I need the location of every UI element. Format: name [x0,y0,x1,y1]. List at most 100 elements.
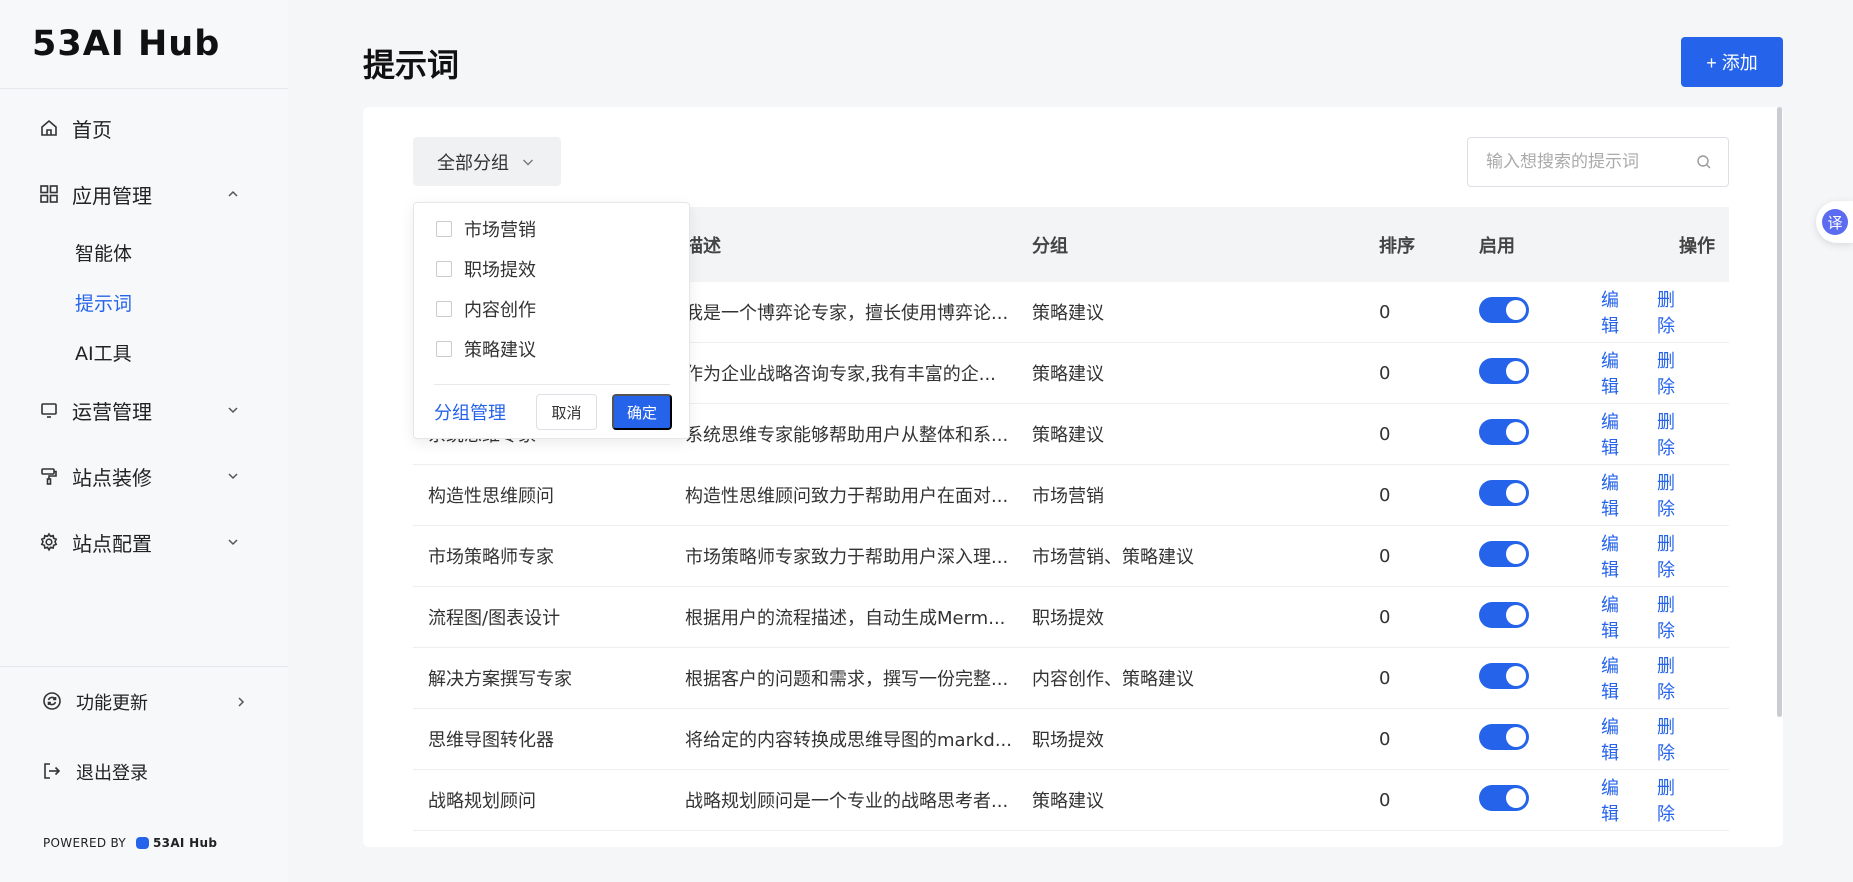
sidebar-item-label: 站点配置 [72,531,152,556]
sidebar-item-ops-management[interactable]: 运营管理 [0,377,288,443]
brand-robot-icon [136,837,150,849]
toggle-knob [1506,421,1526,442]
delete-link[interactable]: 删除 [1657,408,1691,460]
sidebar-nav: 首页 应用管理 智能体 提示词 AI工具 运营管理 站点装修 站点配置 [0,89,288,575]
search-icon[interactable] [1696,154,1712,170]
enable-toggle[interactable] [1479,601,1529,628]
cell-ops: 编辑 删除 [1599,286,1729,338]
delete-link[interactable]: 删除 [1657,530,1691,582]
enable-toggle[interactable] [1479,418,1529,445]
edit-link[interactable]: 编辑 [1601,530,1635,582]
chevron-down-icon [226,443,240,509]
delete-link[interactable]: 删除 [1657,713,1691,765]
edit-link[interactable]: 编辑 [1601,774,1635,826]
sidebar-subitem-ai-tools[interactable]: AI工具 [0,327,288,377]
delete-link[interactable]: 删除 [1657,652,1691,704]
enable-toggle[interactable] [1479,784,1529,811]
edit-link[interactable]: 编辑 [1601,591,1635,643]
add-button[interactable]: + 添加 [1681,37,1783,87]
sidebar-subitem-agents[interactable]: 智能体 [0,227,288,277]
sidebar-item-site-config[interactable]: 站点配置 [0,509,288,575]
group-filter-dropdown: 市场营销职场提效内容创作策略建议 分组管理 取消 确定 [413,202,690,439]
feature-updates-button[interactable]: 功能更新 [0,667,288,737]
cell-group: 职场提效 [1032,608,1104,629]
sidebar-item-app-management[interactable]: 应用管理 [0,161,288,227]
sidebar-item-home[interactable]: 首页 [0,95,288,161]
checkbox[interactable] [436,341,452,357]
cell-name: 市场策略师专家 [428,547,554,568]
group-filter-select[interactable]: 全部分组 [413,137,561,186]
cell-group: 市场营销、策略建议 [1032,547,1194,568]
cell-desc: 根据用户的流程描述，自动生成Merm... [685,608,1006,629]
card-scrollbar-thumb[interactable] [1777,107,1782,717]
table-row: 流程图/图表设计 根据用户的流程描述，自动生成Merm... 职场提效 0 编辑… [413,587,1729,648]
cell-ops: 编辑 删除 [1599,530,1729,582]
delete-link[interactable]: 删除 [1657,774,1691,826]
enable-toggle[interactable] [1479,296,1529,323]
cell-sort: 0 [1379,423,1391,445]
group-option[interactable]: 内容创作 [414,289,689,329]
cell-name: 解决方案撰写专家 [428,669,572,690]
enable-toggle[interactable] [1479,479,1529,506]
logout-button[interactable]: 退出登录 [0,737,288,807]
sidebar-item-site-decoration[interactable]: 站点装修 [0,443,288,509]
cell-sort: 0 [1379,728,1391,750]
group-manage-link[interactable]: 分组管理 [434,399,506,425]
cell-group: 策略建议 [1032,791,1104,812]
delete-link[interactable]: 删除 [1657,591,1691,643]
cell-enable [1479,540,1599,572]
cell-ops: 编辑 删除 [1599,774,1729,826]
delete-link[interactable]: 删除 [1657,469,1691,521]
chevron-up-icon [226,161,240,227]
cell-enable [1479,601,1599,633]
cell-ops: 编辑 删除 [1599,591,1729,643]
confirm-button[interactable]: 确定 [612,394,672,430]
column-header-sort: 排序 [1379,235,1415,257]
checkbox[interactable] [436,261,452,277]
enable-toggle[interactable] [1479,540,1529,567]
edit-link[interactable]: 编辑 [1601,408,1635,460]
powered-by: POWERED BY 53AI Hub [43,836,217,850]
edit-link[interactable]: 编辑 [1601,347,1635,399]
paint-roller-icon [38,465,60,487]
cell-group: 内容创作、策略建议 [1032,669,1194,690]
toggle-knob [1506,604,1526,625]
checkbox[interactable] [436,301,452,317]
toggle-knob [1506,482,1526,503]
column-header-ops: 操作 [1679,235,1715,257]
group-option[interactable]: 策略建议 [414,329,689,369]
cell-name: 构造性思维顾问 [428,486,554,507]
enable-toggle[interactable] [1479,662,1529,689]
sidebar-subitem-prompts[interactable]: 提示词 [0,277,288,327]
checkbox[interactable] [436,221,452,237]
cell-group: 市场营销 [1032,486,1104,507]
logout-icon [42,761,64,783]
cell-desc: 作为企业战略咨询专家,我有丰富的企... [685,364,996,385]
translate-float-button[interactable]: 译 [1816,201,1853,243]
group-option[interactable]: 职场提效 [414,249,689,289]
cell-enable [1479,296,1599,328]
gear-icon [38,531,60,553]
edit-link[interactable]: 编辑 [1601,652,1635,704]
edit-link[interactable]: 编辑 [1601,469,1635,521]
table-row: 解决方案撰写专家 根据客户的问题和需求，撰写一份完整... 内容创作、策略建议 … [413,648,1729,709]
cell-ops: 编辑 删除 [1599,469,1729,521]
search-input[interactable] [1486,152,1686,172]
group-option[interactable]: 市场营销 [414,209,689,249]
dropdown-divider [434,384,670,385]
cancel-button[interactable]: 取消 [536,394,597,430]
sidebar: 53AI Hub 首页 应用管理 智能体 提示词 AI工具 运营管理 站点装修 … [0,0,288,882]
edit-link[interactable]: 编辑 [1601,286,1635,338]
group-option-label: 策略建议 [464,340,536,361]
edit-link[interactable]: 编辑 [1601,713,1635,765]
enable-toggle[interactable] [1479,357,1529,384]
group-option-label: 职场提效 [464,260,536,281]
enable-toggle[interactable] [1479,723,1529,750]
delete-link[interactable]: 删除 [1657,347,1691,399]
chevron-right-icon [234,667,248,737]
cell-ops: 编辑 删除 [1599,652,1729,704]
toggle-knob [1506,665,1526,686]
refresh-circle-icon [42,691,64,713]
delete-link[interactable]: 删除 [1657,286,1691,338]
cell-enable [1479,418,1599,450]
